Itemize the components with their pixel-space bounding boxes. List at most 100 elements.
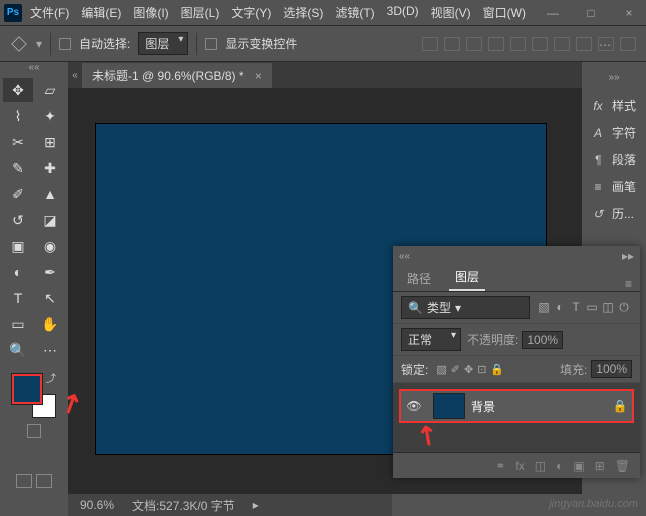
new-layer-icon[interactable]: ⊞ [595,459,605,473]
paragraph-panel-button[interactable]: ¶段落 [582,151,646,168]
show-transform-checkbox[interactable] [205,38,217,50]
close-button[interactable]: × [616,6,642,20]
crop-tool[interactable]: ✂ [3,130,33,154]
type-tool[interactable]: T [3,286,33,310]
stamp-tool[interactable]: ▲ [35,182,65,206]
quick-select-tool[interactable]: ✦ [35,104,65,128]
menu-image[interactable]: 图像(I) [133,4,168,21]
menu-window[interactable]: 窗口(W) [483,4,526,21]
dropdown-icon[interactable]: ▾ [36,37,42,51]
lock-icon[interactable]: 🔒 [608,399,632,413]
tab-layers[interactable]: 图层 [449,264,485,291]
path-select-tool[interactable]: ↖ [35,286,65,310]
zoom-tool[interactable]: 🔍 [3,338,33,362]
align-icon[interactable] [466,37,482,51]
link-layers-icon[interactable]: ⚭ [495,459,505,473]
zoom-level[interactable]: 90.6% [80,498,114,512]
delete-layer-icon[interactable]: 🗑 [615,459,630,473]
menu-3d[interactable]: 3D(D) [387,4,419,21]
filter-adjust-icon[interactable]: ◐ [553,300,567,314]
styles-panel-button[interactable]: fx样式 [582,97,646,114]
tab-paths[interactable]: 路径 [401,266,437,291]
document-tab[interactable]: 未标题-1 @ 90.6%(RGB/8) * × [82,63,272,88]
lock-brush-icon[interactable]: ✐ [451,364,460,376]
menu-layer[interactable]: 图层(L) [181,4,220,21]
panel-menu-icon[interactable]: ≡ [625,277,632,291]
collapse-icon[interactable]: « [68,70,82,81]
eraser-tool[interactable]: ◪ [35,208,65,232]
dodge-tool[interactable]: ◐ [3,260,33,284]
layer-mask-icon[interactable]: ◫ [535,459,546,473]
layer-filter-dropdown[interactable]: 🔍 类型 ▾ [401,296,530,319]
filter-type-icon[interactable]: T [569,300,583,314]
menu-edit[interactable]: 编辑(E) [81,4,121,21]
screenmode-icon[interactable] [36,474,52,488]
menu-file[interactable]: 文件(F) [30,4,69,21]
eyedropper-tool[interactable]: ✎ [3,156,33,180]
move-tool[interactable]: ✥ [3,78,33,102]
brush-tool[interactable]: ✐ [3,182,33,206]
menu-filter[interactable]: 滤镜(T) [335,4,374,21]
auto-select-checkbox[interactable] [59,38,71,50]
shape-tool[interactable]: ▭ [3,312,33,336]
align-icon[interactable] [422,37,438,51]
layer-row[interactable]: 👁 背景 🔒 [399,389,634,423]
collapse-icon[interactable]: «« [399,251,410,262]
auto-select-dropdown[interactable]: 图层 [138,32,188,55]
menu-view[interactable]: 视图(V) [431,4,471,21]
lock-pixels-icon[interactable]: ▧ [436,364,446,376]
filter-smart-icon[interactable]: ◫ [601,300,615,314]
lasso-tool[interactable]: ⌇ [3,104,33,128]
fg-color-swatch[interactable] [12,374,42,404]
align-icon[interactable] [554,37,570,51]
layer-fx-icon[interactable]: fx [515,459,524,473]
lock-move-icon[interactable]: ✥ [464,364,473,376]
color-swatch[interactable]: ⤴ [8,370,60,422]
lock-artboard-icon[interactable]: ⊡ [477,364,486,376]
filter-toggle-icon[interactable]: ⏻ [617,301,631,315]
minimize-button[interactable]: — [540,6,566,20]
blend-mode-dropdown[interactable]: 正常 [401,328,461,351]
more-icon[interactable]: ⋯ [598,37,614,51]
filter-shape-icon[interactable]: ▭ [585,300,599,314]
brushes-panel-button[interactable]: ≡画笔 [582,178,646,195]
chevron-right-icon[interactable]: ▸ [253,498,259,512]
align-icon[interactable] [444,37,460,51]
fill-control[interactable]: 填充:100% [560,360,632,378]
filter-pixel-icon[interactable]: ▧ [537,300,551,314]
menu-type[interactable]: 文字(Y) [231,4,271,21]
swap-colors-icon[interactable]: ⤴ [46,370,56,385]
lock-all-icon[interactable]: 🔒 [490,364,504,376]
hand-tool[interactable]: ✋ [35,312,65,336]
align-icon[interactable] [576,37,592,51]
history-brush-tool[interactable]: ↺ [3,208,33,232]
blur-tool[interactable]: ◉ [35,234,65,258]
doc-info[interactable]: 文档:527.3K/0 字节 [132,497,235,514]
3d-mode-icon[interactable] [620,37,636,51]
layer-thumbnail[interactable] [433,393,465,419]
pen-tool[interactable]: ✒ [35,260,65,284]
align-icon[interactable] [532,37,548,51]
adjustment-layer-icon[interactable]: ◐ [556,459,563,473]
align-icon[interactable] [488,37,504,51]
visibility-icon[interactable]: 👁 [401,399,427,413]
close-panel-icon[interactable]: ▸▸ [622,249,634,263]
history-panel-button[interactable]: ↺历... [582,205,646,222]
layer-name[interactable]: 背景 [471,398,608,415]
align-icon[interactable] [510,37,526,51]
collapse-icon[interactable]: »» [582,72,646,83]
screenmode-icon[interactable] [16,474,32,488]
opacity-control[interactable]: 不透明度:100% [467,331,563,349]
maximize-button[interactable]: □ [578,6,604,20]
character-panel-button[interactable]: A字符 [582,124,646,141]
marquee-tool[interactable]: ▱ [35,78,65,102]
gradient-tool[interactable]: ▣ [3,234,33,258]
close-tab-icon[interactable]: × [255,69,262,83]
collapse-icon[interactable]: «« [0,62,68,76]
quickmask-icon[interactable] [27,424,41,438]
group-icon[interactable]: ▣ [573,459,584,473]
frame-tool[interactable]: ⊞ [35,130,65,154]
patch-tool[interactable]: ✚ [35,156,65,180]
menu-select[interactable]: 选择(S) [283,4,323,21]
edit-toolbar[interactable]: ⋯ [35,338,65,362]
